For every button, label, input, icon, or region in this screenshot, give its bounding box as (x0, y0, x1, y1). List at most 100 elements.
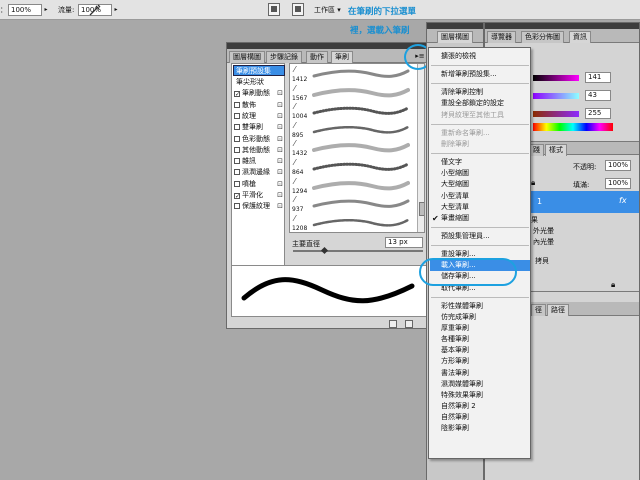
menu-item[interactable]: 基本筆刷 (430, 345, 530, 356)
menu-item[interactable]: 特殊效果筆刷 (430, 390, 530, 401)
document-icon[interactable] (292, 3, 304, 16)
tab-layer-comps[interactable]: 圖層構圖 (229, 51, 265, 63)
workspace-menu[interactable]: 工作區 ▾ (314, 4, 341, 16)
menu-item[interactable]: 方形筆刷 (430, 356, 530, 367)
menu-item[interactable]: 仿完成筆刷 (430, 312, 530, 323)
checked-checkbox-icon[interactable]: ✓ (234, 193, 240, 200)
menu-item[interactable]: 大型縮圖 (430, 179, 530, 190)
menu-item[interactable]: 小型縮圖 (430, 168, 530, 179)
tab-histogram[interactable]: 色彩分佈圖 (521, 31, 564, 43)
green-value[interactable]: 43 (585, 90, 611, 101)
scrollbar-thumb[interactable] (419, 202, 424, 216)
brush-option-item[interactable]: 筆尖形狀 (234, 77, 284, 88)
menu-item[interactable]: 濕潤媒體筆刷 (430, 379, 530, 390)
create-brush-icon[interactable] (389, 320, 397, 328)
checkbox-icon[interactable] (234, 203, 240, 210)
brush-option-item[interactable]: 其他動態 ⊡ (234, 145, 284, 156)
brush-option-item[interactable]: 噴槍 ⊡ (234, 179, 284, 190)
lock-icon[interactable]: ⊡ (277, 111, 283, 122)
tab-paths[interactable]: 路徑 (547, 304, 569, 316)
master-diameter-slider[interactable] (293, 250, 423, 252)
menu-item[interactable]: 大型清單 (430, 202, 530, 213)
trash-icon[interactable] (405, 320, 413, 328)
brush-option-item[interactable]: 雜訊 ⊡ (234, 156, 284, 167)
menu-item[interactable]: 各種筆刷 (430, 334, 530, 345)
checked-checkbox-icon[interactable]: ✓ (234, 91, 240, 98)
airbrush-icon[interactable] (88, 3, 102, 17)
brush-option-item[interactable]: ✓ 筆刷動態 ⊡ (234, 88, 284, 99)
checkbox-icon[interactable] (234, 146, 240, 153)
red-slider[interactable] (533, 75, 579, 81)
brush-option-item[interactable]: 色彩動態 ⊡ (234, 134, 284, 145)
master-diameter-input[interactable]: 13 px (385, 237, 423, 248)
lock-icon[interactable]: ⊡ (277, 145, 283, 156)
brush-option-label: 噴槍 (242, 179, 256, 188)
menu-item[interactable]: 彩性媒體筆刷 (430, 301, 530, 312)
menu-item[interactable]: 厚重筆刷 (430, 323, 530, 334)
blue-slider[interactable] (533, 111, 579, 117)
brush-option-item[interactable]: 紋理 ⊡ (234, 111, 284, 122)
brush-option-item[interactable]: 散佈 ⊡ (234, 100, 284, 111)
menu-item[interactable]: 新增筆刷預設集... (430, 69, 530, 80)
menu-item[interactable]: 僅文字 (430, 157, 530, 168)
preset-scrollbar[interactable] (417, 64, 424, 232)
lock-icon[interactable]: ⊡ (277, 179, 283, 190)
tab-paths-partial[interactable]: 徑 (531, 304, 546, 316)
green-slider[interactable] (533, 93, 579, 99)
menu-item[interactable]: 清除筆刷控制 (430, 87, 530, 98)
layer-opacity-label: 不透明: (573, 163, 597, 171)
lock-icon[interactable]: 🔒︎ (531, 178, 535, 188)
brush-tip-icon: ⁄ (294, 102, 296, 112)
tab-brushes[interactable]: 筆刷 (331, 51, 353, 63)
brush-option-item[interactable]: 雙筆刷 ⊡ (234, 122, 284, 133)
checkbox-icon[interactable] (234, 169, 240, 176)
tab-actions[interactable]: 動作 (306, 51, 328, 63)
blue-value[interactable]: 255 (585, 108, 611, 119)
opacity-dropdown-icon[interactable]: ▸ (42, 4, 50, 16)
tab-navigator[interactable]: 導覽器 (487, 31, 516, 43)
brush-preset[interactable]: ⁄ 1208 (290, 213, 418, 232)
menu-item[interactable]: 擴張的檢視 (430, 51, 530, 62)
brush-option-item[interactable]: 保護紋理 ⊡ (234, 201, 284, 212)
red-value[interactable]: 141 (585, 72, 611, 83)
lock-icon[interactable]: ⊡ (277, 88, 283, 99)
color-ramp[interactable] (533, 123, 613, 131)
menu-item[interactable]: 自然筆刷 2 (430, 401, 530, 412)
menu-item[interactable]: ✔ 筆畫縮圖 (430, 213, 530, 224)
flow-dropdown-icon[interactable]: ▸ (112, 4, 120, 16)
slider-knob[interactable] (320, 246, 329, 255)
menu-item[interactable]: 自然筆刷 (430, 412, 530, 423)
tab-history[interactable]: 步驟記錄 (266, 51, 302, 63)
lock-icon[interactable]: ⊡ (277, 167, 283, 178)
brush-option-item[interactable]: 濕潤邊緣 ⊡ (234, 167, 284, 178)
lock-icon[interactable]: ⊡ (277, 190, 283, 201)
fill-input[interactable]: 100% (605, 178, 631, 189)
tab-info[interactable]: 資訊 (569, 31, 591, 43)
menu-item[interactable]: 書法筆刷 (430, 368, 530, 379)
checkbox-icon[interactable] (234, 101, 240, 108)
layer-opacity-input[interactable]: 100% (605, 160, 631, 171)
lock-icon[interactable]: ⊡ (277, 122, 283, 133)
lock-icon[interactable]: ⊡ (277, 134, 283, 145)
menu-item[interactable]: 重設全部鎖定的設定 (430, 98, 530, 109)
opacity-input[interactable]: 100% (8, 4, 42, 16)
layer-row-selected[interactable]: 1 fx (531, 191, 639, 213)
tab-channels-partial[interactable]: 踐 (529, 144, 544, 156)
menu-item[interactable]: 陰影筆刷 (430, 423, 530, 434)
checkbox-icon[interactable] (234, 112, 240, 119)
lock-icon[interactable]: ⊡ (277, 156, 283, 167)
checkbox-icon[interactable] (234, 158, 240, 165)
tab-layer-comps-right[interactable]: 圖層構圖 (437, 31, 473, 43)
lock-icon[interactable]: ⊡ (277, 100, 283, 111)
brushes-palette-icon[interactable] (268, 3, 280, 16)
menu-separator (431, 296, 529, 298)
menu-item[interactable]: 小型清單 (430, 191, 530, 202)
checkbox-icon[interactable] (234, 124, 240, 131)
brush-presets-item[interactable]: 筆刷預設集 (233, 65, 285, 76)
checkbox-icon[interactable] (234, 135, 240, 142)
tab-styles[interactable]: 樣式 (545, 144, 567, 156)
lock-icon[interactable]: ⊡ (277, 201, 283, 212)
checkbox-icon[interactable] (234, 180, 240, 187)
menu-item[interactable]: 預設集管理員... (430, 231, 530, 242)
brush-option-item[interactable]: ✓ 平滑化 ⊡ (234, 190, 284, 201)
